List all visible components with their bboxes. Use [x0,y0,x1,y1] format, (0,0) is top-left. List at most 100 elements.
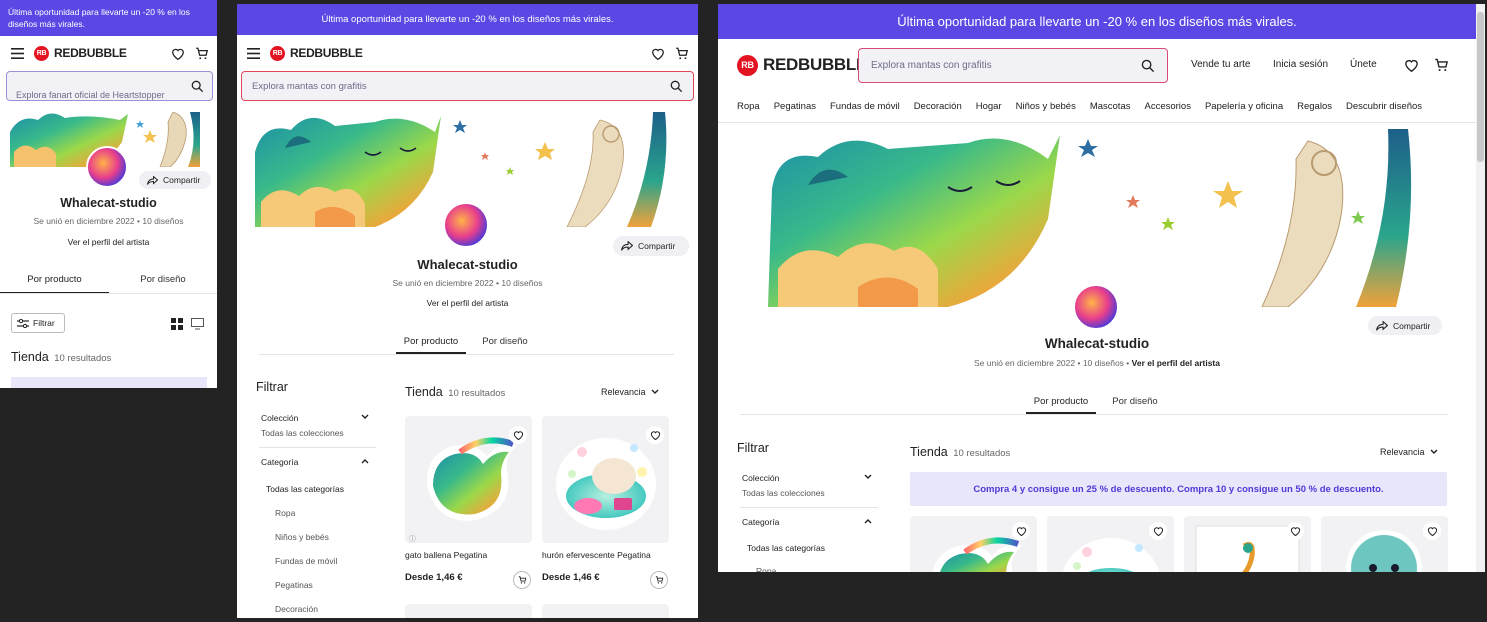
collection-filter[interactable]: Colección Todas las colecciones [742,473,872,498]
chevron-up-icon[interactable] [864,518,872,524]
product-card[interactable] [1184,516,1311,572]
promo-banner[interactable]: Última oportunidad para llevarte un -20 … [718,4,1476,39]
cart-icon[interactable] [675,47,689,60]
login-link[interactable]: Inicia sesión [1273,59,1328,70]
category-item-all[interactable]: Todas las categorías [747,543,825,553]
heart-icon[interactable] [1404,58,1419,72]
tab-por-diseno[interactable]: Por diseño [109,274,217,294]
product-name[interactable]: hurón efervescente Pegatina [542,550,651,560]
artist-profile-link[interactable]: Ver el perfil del artista [0,237,217,247]
nav-item-ropa[interactable]: Ropa [737,101,760,112]
product-card[interactable]: ⓘ gato ballena Pegatina Desde 1,46 € [405,416,532,591]
artist-meta: Se unió en diciembre 2022 • 10 diseños •… [973,358,1220,368]
filter-button[interactable]: Filtrar [11,313,65,333]
nav-item-mascotas[interactable]: Mascotas [1090,101,1131,112]
category-item-pegatinas[interactable]: Pegatinas [275,580,313,590]
nav-item-papeleria[interactable]: Papelería y oficina [1205,101,1283,112]
search-input[interactable]: Explora mantas con grafitis [241,71,694,101]
cart-icon[interactable] [194,47,210,60]
search-icon[interactable] [191,80,204,93]
nav-item-hogar[interactable]: Hogar [976,101,1002,112]
share-button[interactable]: Compartir [139,171,211,189]
product-card[interactable] [1047,516,1174,572]
chevron-down-icon [651,389,659,395]
chevron-down-icon[interactable] [864,474,872,480]
product-card-partial[interactable] [542,604,669,618]
artist-profile-link[interactable]: Ver el perfil del artista [237,298,698,308]
collection-filter[interactable]: Colección Todas las colecciones [261,413,369,438]
share-button[interactable]: Compartir [1368,316,1442,335]
redbubble-logo[interactable]: RB REDBUBBLE [34,45,127,61]
product-card[interactable]: hurón efervescente Pegatina Desde 1,46 € [542,416,669,591]
category-item-fundas[interactable]: Fundas de móvil [275,556,337,566]
search-icon[interactable] [670,80,683,93]
search-input[interactable]: Explora fanart oficial de Heartstopper [6,71,213,101]
product-card[interactable] [1321,516,1448,572]
cart-icon[interactable] [1434,58,1449,72]
category-item-ropa[interactable]: Ropa [275,508,295,518]
share-button[interactable]: Compartir [613,236,689,256]
category-item-ninos[interactable]: Niños y bebés [275,532,329,542]
favorite-button[interactable] [1012,522,1030,540]
redbubble-logo[interactable]: RB REDBUBBLE [737,54,867,76]
category-item-all[interactable]: Todas las categorías [266,484,344,494]
artist-avatar[interactable] [1073,284,1119,330]
collection-value: Todas las colecciones [742,488,825,498]
favorite-button[interactable] [1423,522,1441,540]
chevron-down-icon[interactable] [361,414,369,420]
favorite-button[interactable] [646,426,664,444]
grid-view-icon[interactable] [171,318,183,330]
product-name[interactable]: gato ballena Pegatina [405,550,487,560]
favorite-button[interactable] [1149,522,1167,540]
search-placeholder: Explora mantas con grafitis [252,80,367,92]
tab-por-producto[interactable]: Por producto [0,274,109,294]
tab-por-diseno[interactable]: Por diseño [472,336,538,354]
signup-link[interactable]: Únete [1350,59,1377,70]
scrollbar-thumb[interactable] [1477,12,1484,162]
promo-banner[interactable]: Última oportunidad para llevarte un -20 … [0,0,217,36]
nav-item-decoracion[interactable]: Decoración [914,101,962,112]
nav-item-descubrir[interactable]: Descubrir diseños [1346,101,1422,112]
info-icon[interactable]: ⓘ [409,534,416,544]
nav-item-fundas[interactable]: Fundas de móvil [830,101,900,112]
product-card-partial[interactable] [405,604,532,618]
collection-label: Colección [742,473,780,483]
add-to-cart-button[interactable] [650,571,668,589]
product-card[interactable] [910,516,1037,572]
redbubble-logo[interactable]: RB REDBUBBLE [270,45,363,61]
favorite-button[interactable] [509,426,527,444]
heart-icon[interactable] [170,47,186,60]
search-icon[interactable] [1141,59,1155,73]
category-filter[interactable]: Categoría [261,457,369,467]
nav-item-ninos[interactable]: Niños y bebés [1016,101,1076,112]
tab-por-diseno[interactable]: Por diseño [1102,396,1168,414]
artist-name: Whalecat-studio [60,196,157,210]
nav-item-accesorios[interactable]: Accesorios [1144,101,1190,112]
promo-banner[interactable]: Última oportunidad para llevarte un -20 … [237,4,698,35]
favorite-button[interactable] [1286,522,1304,540]
sort-dropdown[interactable]: Relevancia [1380,447,1438,457]
category-item-ropa[interactable]: Ropa [756,566,776,572]
sort-dropdown[interactable]: Relevancia [601,387,659,397]
artist-profile-link[interactable]: Ver el perfil del artista [1132,358,1220,368]
view-tabs: Por producto Por diseño [0,274,217,294]
add-to-cart-button[interactable] [513,571,531,589]
artist-avatar[interactable] [86,146,128,188]
search-input[interactable]: Explora mantas con grafitis [858,48,1168,83]
cart-icon [655,576,663,584]
nav-item-pegatinas[interactable]: Pegatinas [774,101,816,112]
menu-icon[interactable] [247,47,260,59]
chevron-up-icon[interactable] [361,458,369,464]
menu-icon[interactable] [10,46,24,60]
scrollbar[interactable] [1476,4,1485,572]
nav-item-regalos[interactable]: Regalos [1297,101,1332,112]
category-filter[interactable]: Categoría [742,517,872,527]
sell-art-link[interactable]: Vende tu arte [1191,59,1251,70]
list-view-icon[interactable] [191,318,204,330]
heart-icon[interactable] [651,47,665,60]
artist-avatar[interactable] [443,202,489,248]
tab-por-producto[interactable]: Por producto [396,336,466,354]
joined-date: Se unió en diciembre 2022 [392,278,494,288]
category-item-decoracion[interactable]: Decoración [275,604,318,614]
tab-por-producto[interactable]: Por producto [1026,396,1096,414]
